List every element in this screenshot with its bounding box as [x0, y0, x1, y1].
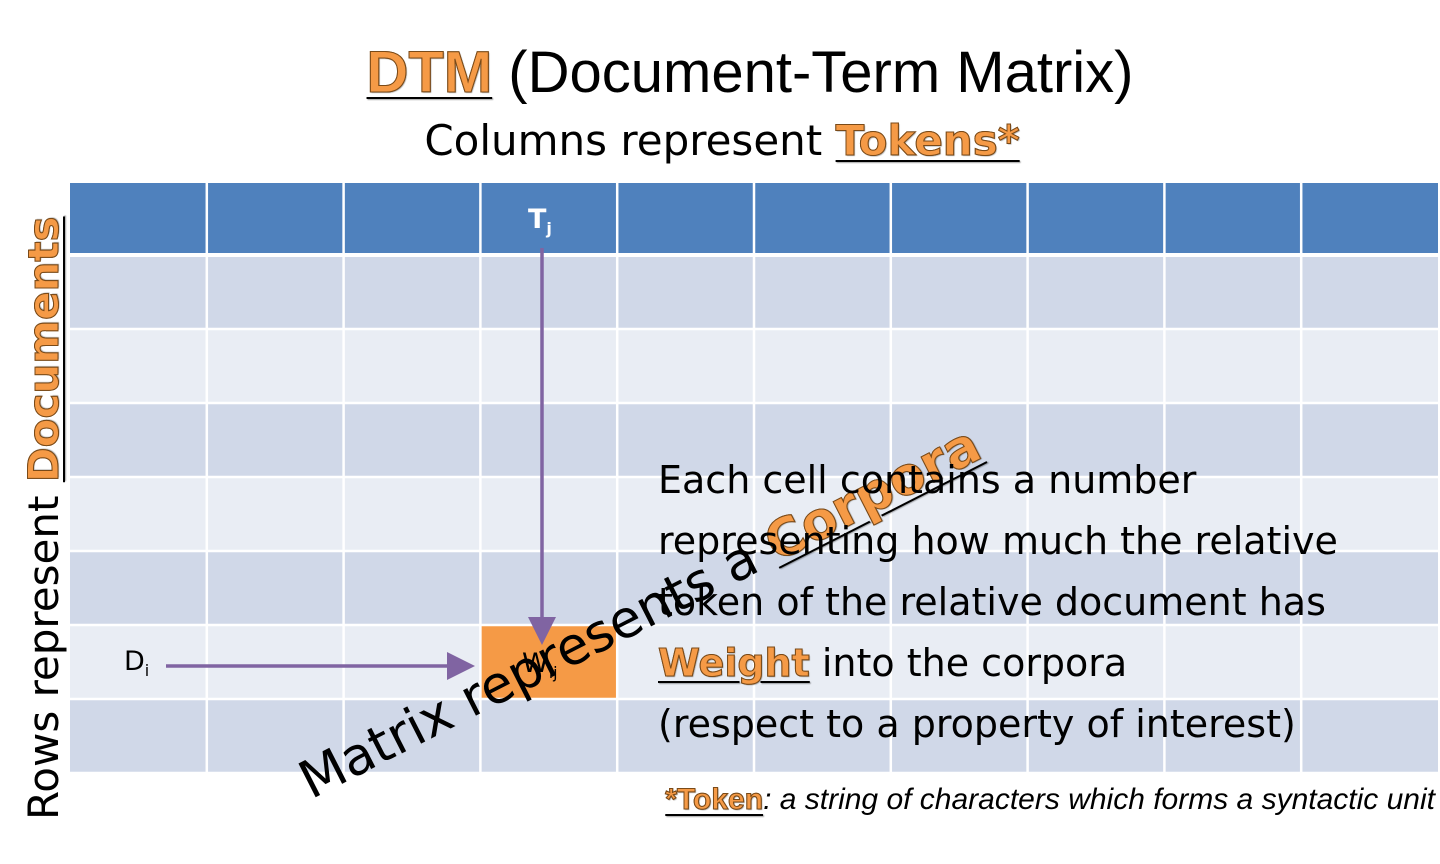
row-marker-sub: i — [144, 661, 150, 680]
footnote: *Token: a string of characters which for… — [440, 778, 1435, 822]
column-marker-tj: Tj — [528, 205, 552, 244]
footnote-text: : a string of characters which forms a s… — [763, 783, 1435, 816]
subtitle: Columns represent Tokens* — [0, 112, 1440, 170]
rows-label-highlight-documents: Documents — [19, 216, 69, 483]
column-marker-sub: j — [546, 219, 552, 238]
title-rest: (Document-Term Matrix) — [508, 40, 1134, 105]
description-highlight-weight: Weight — [658, 641, 811, 686]
subtitle-prefix: Columns represent — [424, 116, 836, 165]
title-highlight-dtm: DTM — [366, 40, 493, 106]
description-line-5: (respect to a property of interest) — [658, 702, 1296, 746]
row-marker-letter: D — [124, 646, 145, 677]
description-line-1: Each cell contains a number — [658, 458, 1197, 502]
cell-description: Each cell contains a number representing… — [658, 450, 1438, 755]
rows-label-prefix: Rows represent — [19, 482, 68, 820]
footnote-highlight-token: *Token — [665, 783, 764, 817]
column-marker-letter: T — [528, 204, 547, 235]
row-marker-di: Di — [124, 647, 149, 686]
page-title: DTM (Document-Term Matrix) — [0, 38, 1440, 108]
rows-label: Rows represent Documents — [12, 120, 76, 820]
description-line-4-rest: into the corpora — [809, 641, 1128, 685]
description-line-3: token of the relative document has — [658, 580, 1326, 624]
description-line-2: representing how much the relative — [658, 519, 1338, 563]
description-line-4: Weight into the corpora — [658, 633, 1438, 694]
subtitle-highlight-tokens: Tokens* — [835, 116, 1020, 166]
